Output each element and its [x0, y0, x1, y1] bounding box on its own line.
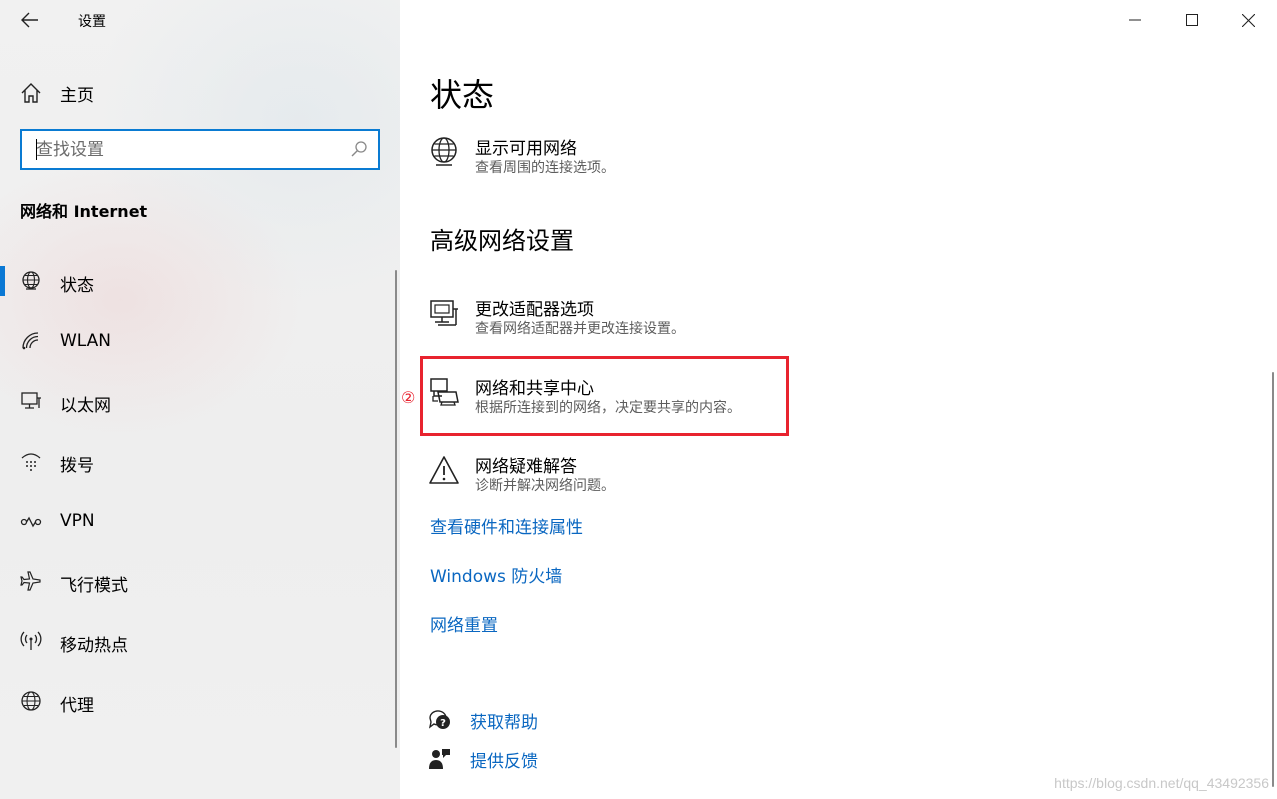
give-feedback-label: 提供反馈	[470, 752, 538, 772]
show-networks-item[interactable]: 显示可用网络 查看周围的连接选项。	[428, 130, 928, 180]
close-button[interactable]	[1220, 0, 1277, 40]
feedback-icon	[429, 749, 450, 769]
wifi-icon	[22, 332, 39, 350]
sidebar-item-wlan[interactable]: WLAN	[0, 312, 390, 370]
sidebar-item-label: 飞行模式	[60, 576, 128, 596]
annotation-number: ②	[401, 388, 416, 407]
dialup-icon	[21, 453, 41, 471]
sidebar-item-label: 状态	[60, 276, 94, 296]
network-reset-link[interactable]: 网络重置	[430, 611, 498, 636]
sidebar-item-status[interactable]: 状态	[0, 252, 390, 310]
home-nav-item[interactable]: 主页	[0, 74, 400, 110]
sidebar-item-label: 以太网	[60, 396, 111, 416]
item-description: 根据所连接到的网络，决定要共享的内容。	[475, 400, 741, 416]
back-button[interactable]	[14, 6, 46, 34]
search-icon[interactable]	[350, 140, 368, 158]
globe-icon	[21, 691, 41, 711]
section-title: 网络和 Internet	[20, 202, 148, 221]
watermark: https://blog.csdn.net/qq_43492356	[1054, 775, 1269, 791]
search-input[interactable]	[22, 131, 342, 168]
warning-icon	[429, 456, 459, 484]
item-title: 显示可用网络	[475, 139, 577, 159]
home-label: 主页	[60, 86, 94, 106]
windows-firewall-link[interactable]: Windows 防火墙	[430, 562, 562, 587]
sidebar-item-label: WLAN	[60, 331, 112, 351]
network-troubleshooter-item[interactable]: 网络疑难解答 诊断并解决网络问题。	[428, 448, 928, 498]
app-title: 设置	[78, 14, 106, 30]
svg-text:?: ?	[440, 718, 446, 729]
window-controls	[1106, 0, 1277, 40]
hardware-properties-link[interactable]: 查看硬件和连接属性	[430, 513, 583, 538]
sidebar-item-label: 移动热点	[60, 636, 128, 656]
change-adapter-options-item[interactable]: 更改适配器选项 查看网络适配器并更改连接设置。	[428, 291, 928, 341]
globe-status-icon	[431, 137, 457, 166]
sidebar-item-ethernet[interactable]: 以太网	[0, 372, 390, 430]
search-box[interactable]	[20, 129, 380, 170]
back-arrow-icon	[21, 12, 38, 28]
main-content: 状态 显示可用网络 查看周围的连接选项。 高级网络设置 更改适配器选项 查看网络…	[400, 0, 1277, 799]
vpn-icon	[20, 516, 42, 528]
sidebar-scrollbar[interactable]	[395, 270, 397, 748]
ethernet-icon	[21, 392, 41, 409]
item-title: 网络和共享中心	[475, 379, 594, 399]
sidebar-item-label: 代理	[60, 696, 94, 716]
item-description: 查看网络适配器并更改连接设置。	[475, 321, 685, 337]
minimize-icon	[1128, 19, 1141, 21]
item-title: 网络疑难解答	[475, 457, 577, 477]
adapter-icon	[430, 300, 458, 326]
page-title: 状态	[430, 76, 495, 114]
help-chat-icon: ?	[428, 710, 450, 729]
sidebar: 设置 主页 网络和 Internet 状态	[0, 0, 400, 799]
sharing-center-icon	[430, 378, 459, 406]
get-help-label: 获取帮助	[470, 713, 538, 733]
hotspot-icon	[20, 631, 42, 650]
item-description: 查看周围的连接选项。	[475, 160, 615, 176]
maximize-icon	[1185, 14, 1198, 26]
sidebar-item-proxy[interactable]: 代理	[0, 672, 390, 730]
advanced-settings-title: 高级网络设置	[430, 227, 574, 255]
maximize-button[interactable]	[1163, 0, 1220, 40]
home-icon	[21, 83, 41, 103]
text-cursor	[36, 139, 37, 160]
airplane-icon	[20, 571, 41, 591]
sidebar-item-hotspot[interactable]: 移动热点	[0, 612, 390, 670]
sidebar-item-dialup[interactable]: 拨号	[0, 432, 390, 490]
main-scrollbar[interactable]	[1272, 372, 1274, 787]
minimize-button[interactable]	[1106, 0, 1163, 40]
item-title: 更改适配器选项	[475, 300, 594, 320]
sidebar-item-airplane[interactable]: 飞行模式	[0, 552, 390, 610]
network-sharing-center-item[interactable]: 网络和共享中心 根据所连接到的网络，决定要共享的内容。	[428, 370, 928, 420]
sidebar-item-vpn[interactable]: VPN	[0, 492, 390, 550]
globe-status-icon	[22, 271, 40, 290]
sidebar-item-label: 拨号	[60, 456, 94, 476]
close-icon	[1242, 13, 1255, 27]
sidebar-item-label: VPN	[60, 511, 95, 531]
item-description: 诊断并解决网络问题。	[475, 478, 615, 494]
